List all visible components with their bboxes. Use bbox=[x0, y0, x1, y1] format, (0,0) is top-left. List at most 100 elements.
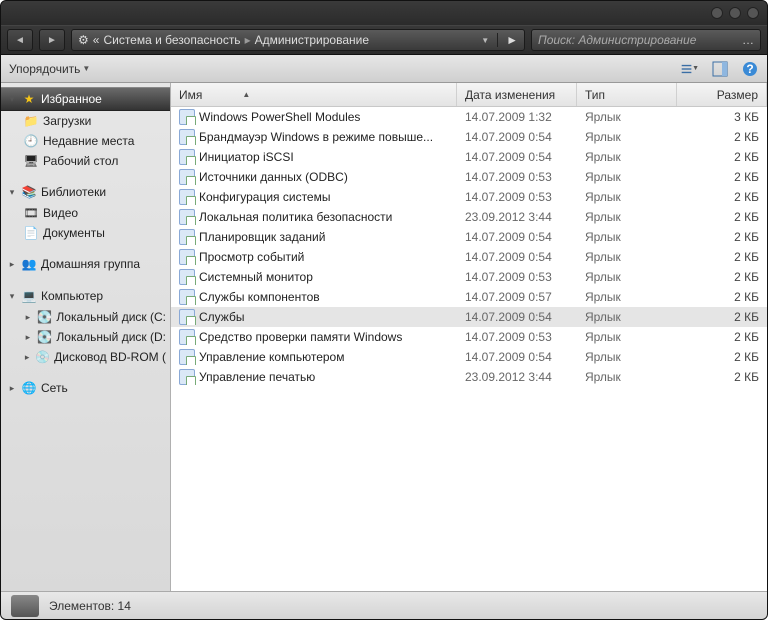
shortcut-icon bbox=[179, 309, 195, 325]
file-row[interactable]: Средство проверки памяти Windows14.07.20… bbox=[171, 327, 767, 347]
file-size: 2 КБ bbox=[677, 210, 767, 224]
file-type: Ярлык bbox=[577, 170, 677, 184]
shortcut-icon bbox=[179, 129, 195, 145]
address-bar[interactable]: ⚙ « Система и безопасность ▸ Администрир… bbox=[71, 29, 525, 51]
column-size[interactable]: Размер bbox=[677, 83, 767, 106]
file-row[interactable]: Инициатор iSCSI14.07.2009 0:54Ярлык2 КБ bbox=[171, 147, 767, 167]
chevron-down-icon: ▼ bbox=[82, 64, 90, 73]
file-row[interactable]: Конфигурация системы14.07.2009 0:53Ярлык… bbox=[171, 187, 767, 207]
file-date: 14.07.2009 0:54 bbox=[457, 130, 577, 144]
file-row[interactable]: Просмотр событий14.07.2009 0:54Ярлык2 КБ bbox=[171, 247, 767, 267]
sidebar-network-header[interactable]: ▸ 🌐 Сеть bbox=[1, 377, 170, 399]
disc-icon: 💿 bbox=[35, 349, 50, 365]
file-date: 14.07.2009 0:54 bbox=[457, 230, 577, 244]
file-size: 2 КБ bbox=[677, 370, 767, 384]
organize-button[interactable]: Упорядочить bbox=[9, 62, 80, 76]
sidebar-item-desktop[interactable]: 🖥Рабочий стол bbox=[1, 151, 170, 171]
file-row[interactable]: Брандмауэр Windows в режиме повыше... 14.… bbox=[171, 127, 767, 147]
drive-icon: 💽 bbox=[37, 329, 53, 345]
file-size: 2 КБ bbox=[677, 130, 767, 144]
back-button[interactable]: ◄ bbox=[7, 29, 33, 51]
file-row[interactable]: Windows PowerShell Modules14.07.2009 1:3… bbox=[171, 107, 767, 127]
maximize-button[interactable] bbox=[729, 7, 741, 19]
sidebar-computer-header[interactable]: ▾ 💻 Компьютер bbox=[1, 285, 170, 307]
file-row[interactable]: Источники данных (ODBC)14.07.2009 0:53Яр… bbox=[171, 167, 767, 187]
sidebar-item-downloads[interactable]: 📁Загрузки bbox=[1, 111, 170, 131]
file-row[interactable]: Системный монитор14.07.2009 0:53Ярлык2 К… bbox=[171, 267, 767, 287]
preview-pane-button[interactable] bbox=[711, 60, 729, 78]
file-size: 2 КБ bbox=[677, 170, 767, 184]
explorer-window: ◄ ► ⚙ « Система и безопасность ▸ Админис… bbox=[0, 0, 768, 620]
chevron-down-icon: ▾ bbox=[7, 291, 17, 302]
file-name: Планировщик заданий bbox=[199, 230, 325, 244]
file-size: 3 КБ bbox=[677, 110, 767, 124]
address-dropdown-icon[interactable]: ▼ bbox=[481, 36, 489, 45]
breadcrumb-seg2[interactable]: Администрирование bbox=[255, 33, 369, 47]
column-type[interactable]: Тип bbox=[577, 83, 677, 106]
file-size: 2 КБ bbox=[677, 290, 767, 304]
file-date: 14.07.2009 0:57 bbox=[457, 290, 577, 304]
sidebar-item-drive-c[interactable]: ▸💽Локальный диск (C: bbox=[1, 307, 170, 327]
file-date: 14.07.2009 0:53 bbox=[457, 270, 577, 284]
file-size: 2 КБ bbox=[677, 350, 767, 364]
column-date[interactable]: Дата изменения bbox=[457, 83, 577, 106]
titlebar[interactable] bbox=[1, 1, 767, 25]
file-type: Ярлык bbox=[577, 290, 677, 304]
file-name: Службы bbox=[199, 310, 244, 324]
sidebar-homegroup-label: Домашняя группа bbox=[41, 257, 140, 271]
sidebar-item-drive-d[interactable]: ▸💽Локальный диск (D: bbox=[1, 327, 170, 347]
navigation-pane[interactable]: ▾ ★ Избранное 📁Загрузки 🕘Недавние места … bbox=[1, 83, 171, 591]
file-row[interactable]: Службы компонентов14.07.2009 0:57Ярлык2 … bbox=[171, 287, 767, 307]
file-name: Просмотр событий bbox=[199, 250, 304, 264]
file-name: Инициатор iSCSI bbox=[199, 150, 294, 164]
drive-icon: 💽 bbox=[37, 309, 53, 325]
sidebar-item-bdrom[interactable]: ▸💿Дисковод BD-ROM ( bbox=[1, 347, 170, 367]
shortcut-icon bbox=[179, 169, 195, 185]
sidebar-favorites-header[interactable]: ▾ ★ Избранное bbox=[1, 87, 170, 111]
file-name: Windows PowerShell Modules bbox=[199, 110, 360, 124]
close-button[interactable] bbox=[747, 7, 759, 19]
file-rows[interactable]: Windows PowerShell Modules14.07.2009 1:3… bbox=[171, 107, 767, 591]
refresh-icon[interactable]: ► bbox=[506, 33, 518, 47]
file-row[interactable]: Планировщик заданий14.07.2009 0:54Ярлык2… bbox=[171, 227, 767, 247]
file-type: Ярлык bbox=[577, 270, 677, 284]
file-row[interactable]: Локальная политика безопасности23.09.201… bbox=[171, 207, 767, 227]
sidebar-homegroup-header[interactable]: ▸ 👥 Домашняя группа bbox=[1, 253, 170, 275]
chevron-right-icon: ▸ bbox=[23, 332, 33, 343]
preview-pane-icon bbox=[712, 61, 728, 77]
help-button[interactable]: ? bbox=[741, 60, 759, 78]
file-date: 14.07.2009 0:54 bbox=[457, 310, 577, 324]
sidebar-libraries-header[interactable]: ▾ 📚 Библиотеки bbox=[1, 181, 170, 203]
file-name: Конфигурация системы bbox=[199, 190, 330, 204]
minimize-button[interactable] bbox=[711, 7, 723, 19]
file-size: 2 КБ bbox=[677, 230, 767, 244]
view-mode-button[interactable]: ▼ bbox=[681, 60, 699, 78]
breadcrumb-pre: « bbox=[93, 33, 100, 47]
file-row[interactable]: Службы14.07.2009 0:54Ярлык2 КБ bbox=[171, 307, 767, 327]
search-input[interactable]: Поиск: Администрирование … bbox=[531, 29, 761, 51]
file-type: Ярлык bbox=[577, 190, 677, 204]
file-type: Ярлык bbox=[577, 150, 677, 164]
navigation-bar: ◄ ► ⚙ « Система и безопасность ▸ Админис… bbox=[1, 25, 767, 55]
sidebar-item-recent[interactable]: 🕘Недавние места bbox=[1, 131, 170, 151]
column-name[interactable]: Имя▲ bbox=[171, 83, 457, 106]
forward-button[interactable]: ► bbox=[39, 29, 65, 51]
sidebar-item-documents[interactable]: 📄Документы bbox=[1, 223, 170, 243]
file-size: 2 КБ bbox=[677, 150, 767, 164]
sidebar-item-video[interactable]: 🎞Видео bbox=[1, 203, 170, 223]
desktop-icon: 🖥 bbox=[23, 153, 39, 169]
folder-icon: 📁 bbox=[23, 113, 39, 129]
breadcrumb-seg1[interactable]: Система и безопасность bbox=[103, 33, 240, 47]
file-name: Управление печатью bbox=[199, 370, 315, 384]
sidebar-libraries-label: Библиотеки bbox=[41, 185, 106, 199]
file-row[interactable]: Управление компьютером14.07.2009 0:54Ярл… bbox=[171, 347, 767, 367]
file-size: 2 КБ bbox=[677, 270, 767, 284]
file-name: Брандмауэр Windows в режиме повыше... bbox=[199, 130, 433, 144]
column-headers: Имя▲ Дата изменения Тип Размер bbox=[171, 83, 767, 107]
shortcut-icon bbox=[179, 229, 195, 245]
file-date: 14.07.2009 0:54 bbox=[457, 350, 577, 364]
chevron-down-icon: ▾ bbox=[7, 94, 17, 105]
file-row[interactable]: Управление печатью23.09.2012 3:44Ярлык2 … bbox=[171, 367, 767, 387]
file-size: 2 КБ bbox=[677, 190, 767, 204]
video-icon: 🎞 bbox=[23, 205, 39, 221]
